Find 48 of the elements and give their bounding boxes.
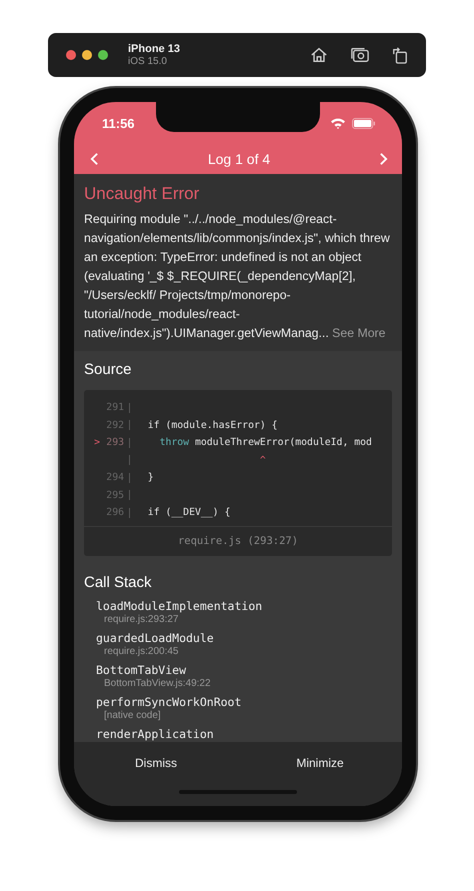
line-number: 296 xyxy=(106,507,124,518)
stack-frame[interactable]: performSyncWorkOnRoot [native code] xyxy=(84,694,392,720)
function-name: performSyncWorkOnRoot xyxy=(96,694,242,708)
dismiss-button[interactable]: Dismiss xyxy=(74,742,238,782)
code-line: } xyxy=(146,472,154,484)
close-button[interactable] xyxy=(66,50,76,60)
minimize-button[interactable] xyxy=(82,50,92,60)
source-location: require.js (293:27) xyxy=(84,526,392,556)
code-line: ^ xyxy=(258,454,266,466)
wifi-icon xyxy=(330,117,346,129)
function-name: BottomTabView xyxy=(96,662,186,676)
chevron-left-icon[interactable] xyxy=(90,152,99,166)
code-line: if (module.hasError) { xyxy=(146,420,278,431)
stack-frame[interactable]: guardedLoadModule require.js:200:45 xyxy=(84,630,392,656)
frame-location: require.js:293:27 xyxy=(104,614,178,624)
screenshot-icon[interactable] xyxy=(350,46,370,64)
function-name: renderApplication xyxy=(96,726,214,740)
line-number: 292 xyxy=(106,420,124,431)
function-name: loadModuleImplementation xyxy=(96,598,262,612)
rotate-icon[interactable] xyxy=(392,46,408,64)
see-more-link[interactable]: See More xyxy=(332,326,386,340)
log-title: Log 1 of 4 xyxy=(208,151,270,167)
frame-location: [native code] xyxy=(104,710,161,720)
stack-frame[interactable]: renderApplication xyxy=(84,726,392,740)
frame-location: BottomTabView.js:49:22 xyxy=(104,678,211,688)
line-number: 294 xyxy=(106,472,124,484)
function-name: guardedLoadModule xyxy=(96,630,214,644)
line-number: 295 xyxy=(106,490,124,501)
code-line: throw moduleThrewError(moduleId, mod xyxy=(158,437,372,448)
line-number: 293 xyxy=(106,437,124,448)
zoom-button[interactable] xyxy=(98,50,108,60)
error-message: Requiring module "../../node_modules/@react-navigation/elements/lib/commonjs/index.js", which threw an exception: TypeError: undefined is not an object (evaluating '_$ $_REQUIRE(_dependencyMap[2], "/Users/ecklf/ Projects/tmp/monorepo-tutorial/node_modules/react-native/index.js").UIManager.getViewManag... See More xyxy=(84,211,390,342)
device-name: iPhone 13 xyxy=(128,43,181,55)
frame-location: require.js:200:45 xyxy=(104,646,178,656)
home-icon[interactable] xyxy=(310,46,328,64)
error-title: Uncaught Error xyxy=(84,184,200,204)
code-line: if (__DEV__) { xyxy=(146,507,230,518)
stack-frame[interactable]: BottomTabView BottomTabView.js:49:22 xyxy=(84,662,392,688)
battery-icon xyxy=(352,118,376,128)
section-title: Source xyxy=(84,361,133,378)
line-number: 291 xyxy=(106,402,124,414)
minimize-button[interactable]: Minimize xyxy=(238,742,402,782)
section-title: Call Stack xyxy=(84,574,153,590)
chevron-right-icon[interactable] xyxy=(379,152,388,166)
status-time: 11:56 xyxy=(102,116,135,130)
error-marker: > xyxy=(94,437,100,448)
os-version: iOS 15.0 xyxy=(128,56,168,67)
stack-frame[interactable]: loadModuleImplementation require.js:293:27 xyxy=(84,598,392,624)
